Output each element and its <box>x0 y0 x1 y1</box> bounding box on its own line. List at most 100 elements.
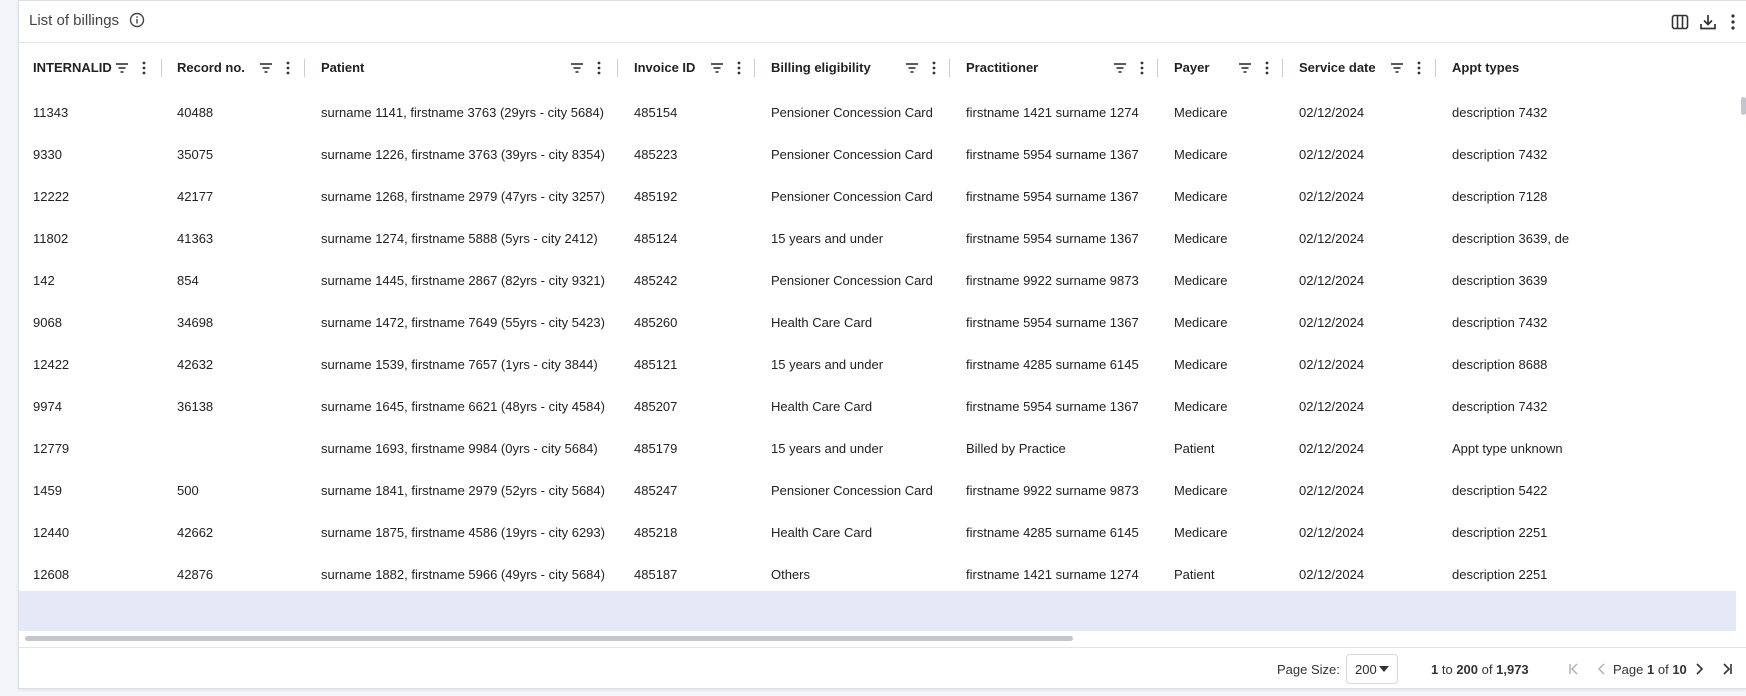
column-header-billing-eligibility[interactable]: Billing eligibility <box>771 43 871 92</box>
cell-practitioner: firstname 9922 surname 9873 <box>966 273 1139 288</box>
column-header-actions <box>709 59 747 77</box>
column-resize-handle[interactable] <box>161 59 162 77</box>
cell-payer: Medicare <box>1174 231 1228 246</box>
column-header-appt-types[interactable]: Appt types <box>1452 43 1519 92</box>
column-menu-icon[interactable] <box>926 60 942 76</box>
filter-icon[interactable] <box>1237 60 1253 76</box>
column-header-label: Invoice ID <box>634 60 696 75</box>
cell-patient: surname 1841, firstname 2979 (52yrs - ci… <box>321 483 605 498</box>
table-row[interactable]: 12779 surname 1693, firstname 9984 (0yrs … <box>19 428 1746 471</box>
table-row[interactable]: 9974 36138 surname 1645, firstname 6621 (4… <box>19 386 1746 429</box>
table-row[interactable]: 12608 42876 surname 1882, firstname 5966 (… <box>19 554 1746 589</box>
filter-icon[interactable] <box>1112 60 1128 76</box>
table-row[interactable]: 11802 41363 surname 1274, firstname 5888 (… <box>19 218 1746 261</box>
cell-internalid: 12222 <box>33 189 70 204</box>
info-icon[interactable] <box>129 12 146 29</box>
filter-icon[interactable] <box>709 60 725 76</box>
cell-practitioner: firstname 9922 surname 9873 <box>966 483 1139 498</box>
cell-invoice-id: 485242 <box>634 273 678 288</box>
vertical-scrollbar[interactable] <box>1741 97 1746 115</box>
table-row[interactable]: 1459 500 surname 1841, firstname 2979 (52y… <box>19 470 1746 513</box>
range-total: 1,973 <box>1496 662 1529 677</box>
filter-icon[interactable] <box>904 60 920 76</box>
cell-patient: surname 1882, firstname 5966 (49yrs - ci… <box>321 567 605 582</box>
column-header-service-date[interactable]: Service date <box>1299 43 1376 92</box>
next-page-button[interactable] <box>1690 660 1708 678</box>
cell-practitioner: firstname 5954 surname 1367 <box>966 189 1139 204</box>
table-row[interactable]: 12422 42632 surname 1539, firstname 7657 (… <box>19 344 1746 387</box>
column-menu-icon[interactable] <box>1134 60 1150 76</box>
page-size-value: 200 <box>1355 661 1377 677</box>
cell-practitioner: firstname 5954 surname 1367 <box>966 399 1139 414</box>
more-vertical-icon[interactable] <box>1723 12 1743 32</box>
filter-icon[interactable] <box>258 60 274 76</box>
column-resize-handle[interactable] <box>949 59 950 77</box>
column-header-record-no[interactable]: Record no. <box>177 43 245 92</box>
cell-service-date: 02/12/2024 <box>1299 273 1365 288</box>
cell-record-no: 854 <box>177 273 199 288</box>
cell-practitioner: firstname 5954 surname 1367 <box>966 147 1139 162</box>
cell-record-no: 36138 <box>177 399 214 414</box>
column-menu-icon[interactable] <box>731 60 747 76</box>
cell-patient: surname 1472, firstname 7649 (55yrs - ci… <box>321 315 605 330</box>
cell-appt-types: description 7432 <box>1452 147 1548 162</box>
horizontal-scrollbar[interactable] <box>19 633 1746 643</box>
panel-title: List of billings <box>29 12 120 29</box>
column-header-practitioner[interactable]: Practitioner <box>966 43 1038 92</box>
grid-body: 11343 40488 surname 1141, firstname 3763 (… <box>19 92 1746 589</box>
column-resize-handle[interactable] <box>1157 59 1158 77</box>
columns-icon[interactable] <box>1670 12 1690 32</box>
page-size-label: Page Size: <box>1277 662 1340 677</box>
horizontal-scrollbar-thumb[interactable] <box>25 636 1073 641</box>
first-page-button[interactable] <box>1565 660 1583 678</box>
column-header-invoice-id[interactable]: Invoice ID <box>634 43 695 92</box>
billings-panel: List of billings INTERNALID Record no. Pat… <box>18 0 1746 689</box>
last-page-button[interactable] <box>1718 660 1736 678</box>
column-header-internalid[interactable]: INTERNALID <box>33 43 112 92</box>
filter-icon[interactable] <box>114 60 130 76</box>
cell-service-date: 02/12/2024 <box>1299 525 1365 540</box>
cell-record-no: 500 <box>177 483 199 498</box>
page-size-select[interactable]: 200 <box>1346 654 1398 684</box>
cell-record-no: 34698 <box>177 315 214 330</box>
column-header-patient[interactable]: Patient <box>321 43 364 92</box>
column-menu-icon[interactable] <box>1411 60 1427 76</box>
grid-empty-area <box>19 591 1736 631</box>
filter-icon[interactable] <box>569 60 585 76</box>
cell-invoice-id: 485247 <box>634 483 678 498</box>
column-menu-icon[interactable] <box>280 60 296 76</box>
column-menu-icon[interactable] <box>1259 60 1275 76</box>
cell-patient: surname 1645, firstname 6621 (48yrs - ci… <box>321 399 605 414</box>
column-header-label: Service date <box>1299 60 1376 75</box>
cell-billing-eligibility: Pensioner Concession Card <box>771 483 933 498</box>
page-current: 1 <box>1647 662 1655 677</box>
pagination-bar: Page Size: 200 1 to 200 of 1,973 Page 1 … <box>19 647 1746 688</box>
column-resize-handle[interactable] <box>1435 59 1436 77</box>
table-row[interactable]: 12440 42662 surname 1875, firstname 4586 (… <box>19 512 1746 555</box>
column-menu-icon[interactable] <box>136 60 152 76</box>
table-row[interactable]: 11343 40488 surname 1141, firstname 3763 (… <box>19 92 1746 135</box>
cell-internalid: 11802 <box>33 231 69 246</box>
column-menu-icon[interactable] <box>591 60 607 76</box>
filter-icon[interactable] <box>1389 60 1405 76</box>
column-resize-handle[interactable] <box>304 59 305 77</box>
cell-invoice-id: 485179 <box>634 441 678 456</box>
table-row[interactable]: 142 854 surname 1445, firstname 2867 (82yr… <box>19 260 1746 303</box>
column-header-actions <box>569 59 607 77</box>
cell-internalid: 142 <box>33 273 55 288</box>
table-row[interactable]: 12222 42177 surname 1268, firstname 2979 (… <box>19 176 1746 219</box>
column-resize-handle[interactable] <box>754 59 755 77</box>
table-row[interactable]: 9330 35075 surname 1226, firstname 3763 (3… <box>19 134 1746 177</box>
previous-page-button[interactable] <box>1593 660 1611 678</box>
column-resize-handle[interactable] <box>617 59 618 77</box>
cell-appt-types: Appt type unknown <box>1452 441 1563 456</box>
column-header-payer[interactable]: Payer <box>1174 43 1209 92</box>
cell-service-date: 02/12/2024 <box>1299 105 1365 120</box>
cell-practitioner: firstname 4285 surname 6145 <box>966 525 1139 540</box>
cell-service-date: 02/12/2024 <box>1299 441 1365 456</box>
cell-patient: surname 1539, firstname 7657 (1yrs - cit… <box>321 357 598 372</box>
column-resize-handle[interactable] <box>1282 59 1283 77</box>
download-icon[interactable] <box>1698 12 1718 32</box>
range-from: 1 <box>1431 662 1439 677</box>
table-row[interactable]: 9068 34698 surname 1472, firstname 7649 (5… <box>19 302 1746 345</box>
